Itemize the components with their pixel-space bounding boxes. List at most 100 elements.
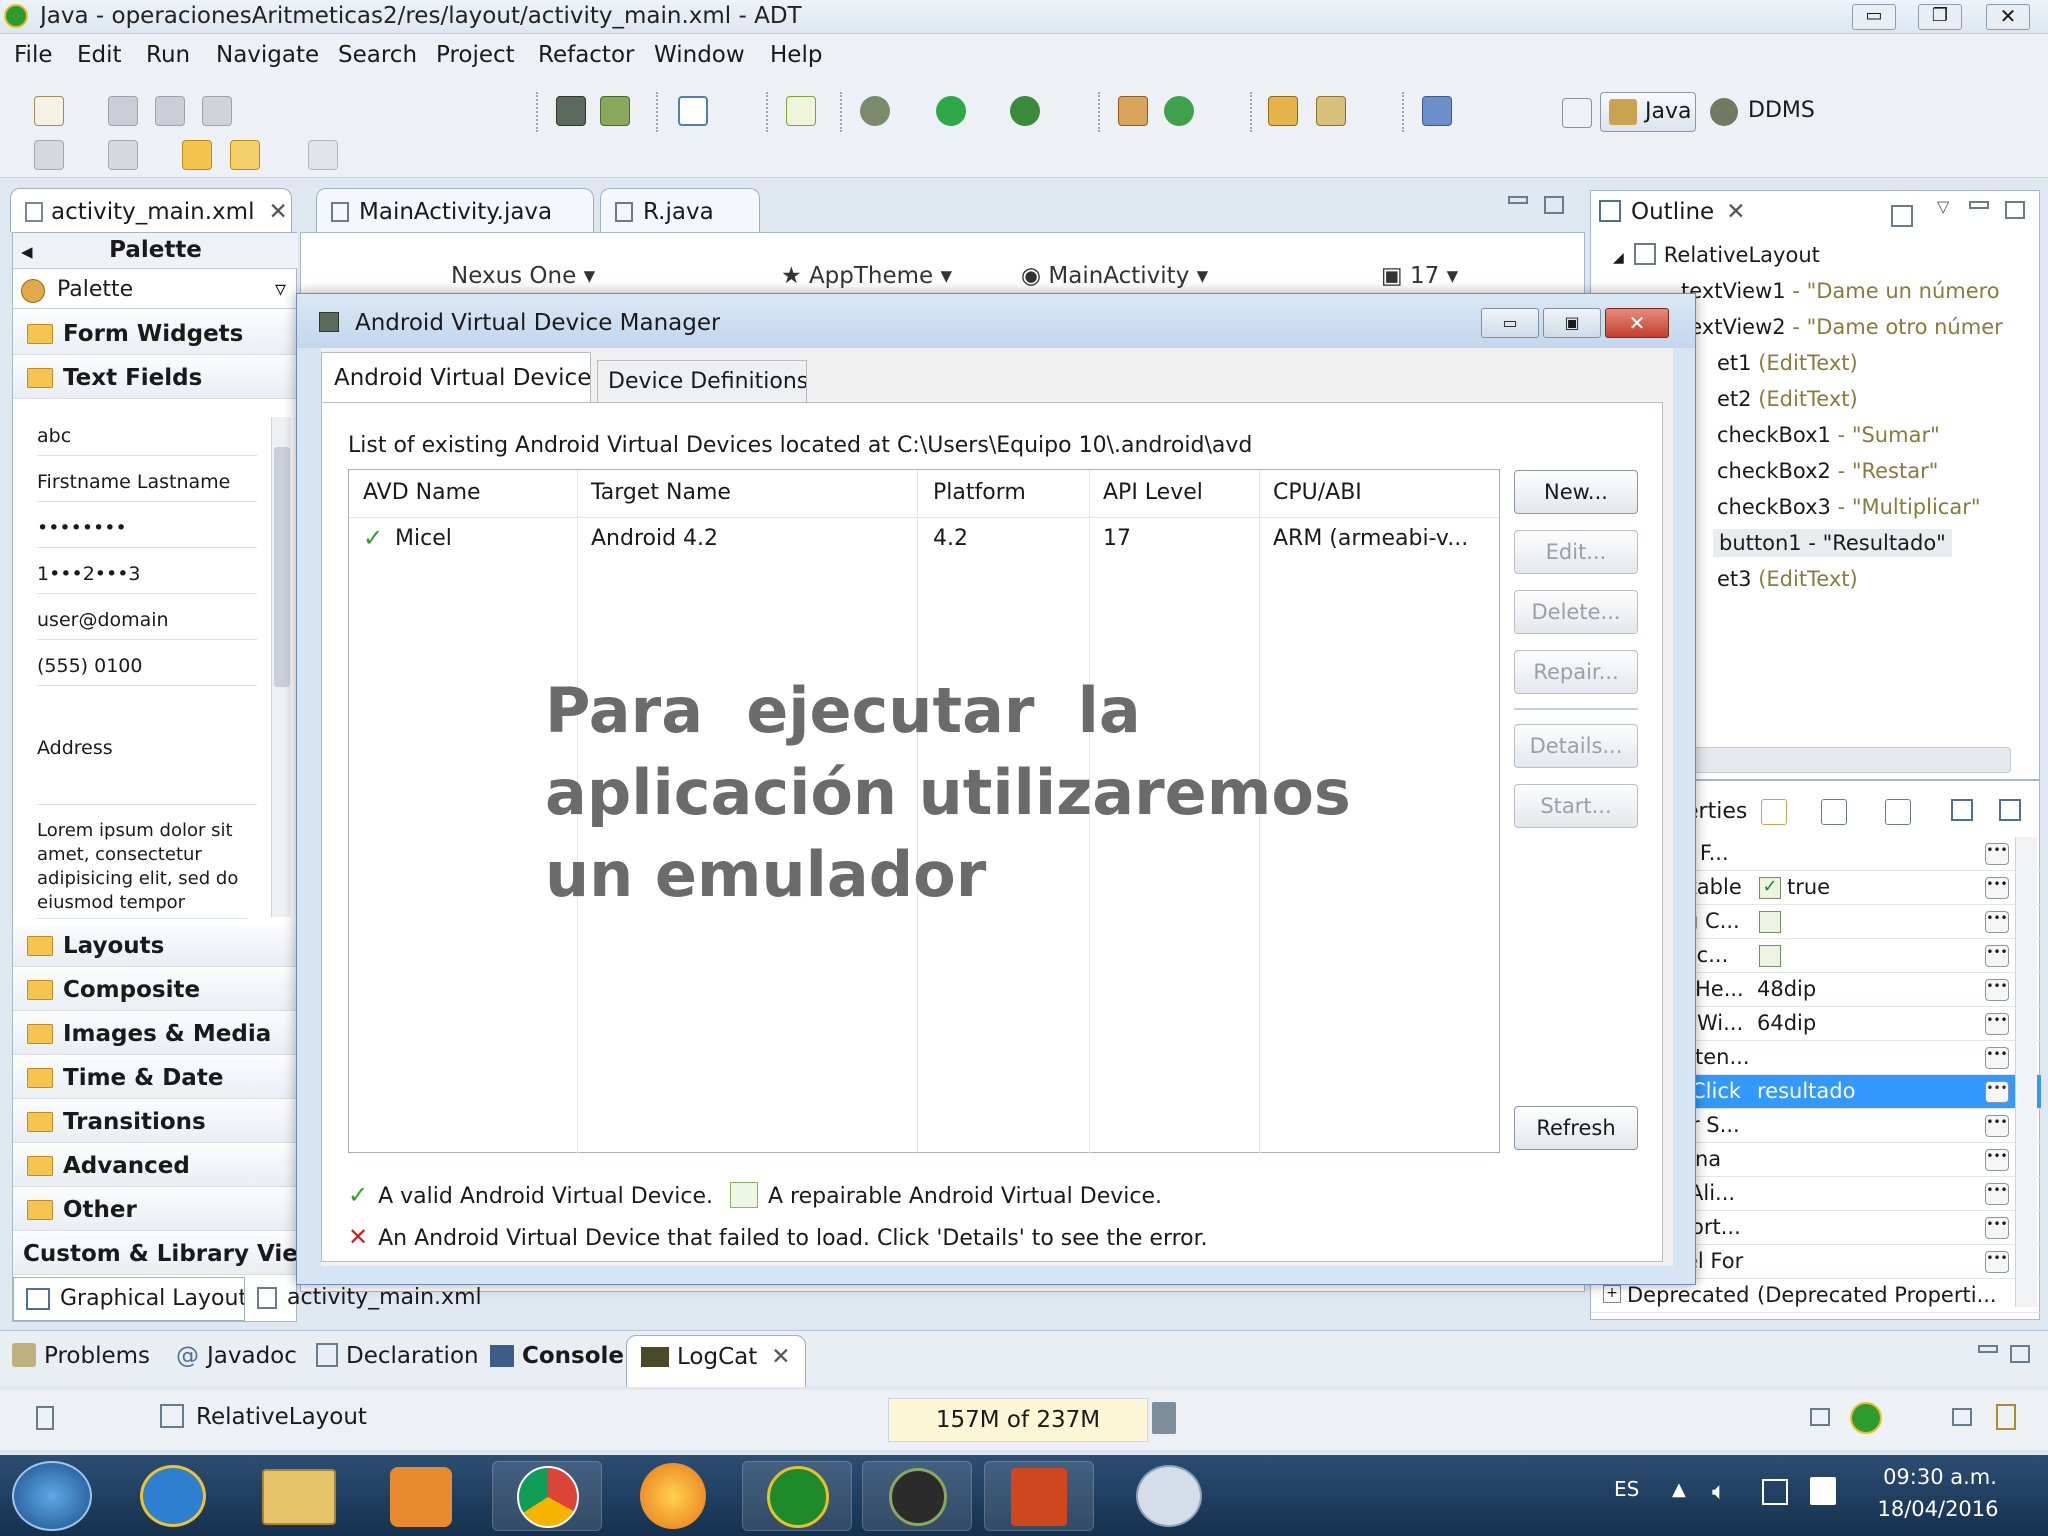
checkbox-icon[interactable] xyxy=(1759,911,1781,933)
menu-edit[interactable]: Edit xyxy=(77,42,122,68)
outline-item-et2[interactable]: et2 (EditText) xyxy=(1717,387,1858,411)
checkbox-checked-icon[interactable]: ✓ xyxy=(1759,877,1781,899)
menu-project[interactable]: Project xyxy=(436,42,515,68)
tab-activity-main-xml[interactable]: activity_main.xml ✕ xyxy=(10,188,292,232)
palette-item-multiline-text[interactable]: Lorem ipsum dolor sit amet, consectetur … xyxy=(37,819,247,919)
repair-avd-button[interactable]: Repair... xyxy=(1514,650,1638,694)
menu-run[interactable]: Run xyxy=(146,42,190,68)
panel-maximize-icon[interactable] xyxy=(2010,1345,2030,1363)
start-avd-button[interactable]: Start... xyxy=(1514,784,1638,828)
menu-refactor[interactable]: Refactor xyxy=(538,42,634,68)
menu-help[interactable]: Help xyxy=(770,42,822,68)
taskbar-chrome[interactable] xyxy=(492,1461,602,1531)
folder-composite[interactable]: Composite xyxy=(13,969,298,1011)
avd-manager-icon[interactable] xyxy=(600,96,630,126)
delete-avd-button[interactable]: Delete... xyxy=(1514,590,1638,634)
checkbox-icon[interactable] xyxy=(1759,945,1781,967)
palette-item-person-name[interactable]: Firstname Lastname xyxy=(37,471,257,502)
palette-item-number[interactable]: 1•••2•••3 xyxy=(37,563,257,594)
memory-icon[interactable] xyxy=(1996,1404,2016,1430)
advanced-properties-icon[interactable] xyxy=(1885,799,1911,825)
expand-plus-icon[interactable]: + xyxy=(1603,1285,1621,1303)
ellipsis-button[interactable]: ••• xyxy=(1985,1217,2009,1239)
java-perspective-button[interactable]: Java xyxy=(1600,92,1696,132)
sort-icon[interactable] xyxy=(1761,799,1787,825)
debug-icon[interactable] xyxy=(860,96,890,126)
menu-search[interactable]: Search xyxy=(338,42,417,68)
dialog-close-button[interactable]: ✕ xyxy=(1605,308,1669,338)
action-center-icon[interactable] xyxy=(1810,1477,1836,1505)
folder-transitions[interactable]: Transitions xyxy=(13,1101,298,1143)
restore-icon[interactable] xyxy=(1810,1408,1830,1426)
trash-icon[interactable] xyxy=(1152,1402,1176,1434)
ellipsis-button[interactable]: ••• xyxy=(1985,1081,2009,1103)
network-icon[interactable] xyxy=(1762,1479,1788,1505)
tab-console[interactable]: Console xyxy=(490,1343,624,1369)
new-android-xml-icon[interactable] xyxy=(786,96,816,126)
column-api-level[interactable]: API Level xyxy=(1103,480,1203,505)
folder-other[interactable]: Other xyxy=(13,1189,298,1231)
outline-hscrollbar[interactable] xyxy=(1681,747,2011,773)
taskbar-android[interactable] xyxy=(862,1461,972,1531)
column-cpu-abi[interactable]: CPU/ABI xyxy=(1273,480,1362,505)
outline-tab[interactable]: Outline ✕ xyxy=(1599,199,1746,225)
folder-images-media[interactable]: Images & Media xyxy=(13,1013,298,1055)
taskbar-powerpoint[interactable] xyxy=(984,1461,1094,1531)
ellipsis-button[interactable]: ••• xyxy=(1985,979,2009,1001)
ellipsis-button[interactable]: ••• xyxy=(1985,843,2009,865)
outline-item-button1[interactable]: button1 - "Resultado" xyxy=(1713,529,1952,557)
expand-arrow-icon[interactable]: ◢ xyxy=(1613,250,1624,266)
ellipsis-button[interactable]: ••• xyxy=(1985,1149,2009,1171)
nav-back-icon[interactable] xyxy=(34,140,64,170)
dialog-maximize-button[interactable]: ▣ xyxy=(1543,308,1601,338)
ellipsis-button[interactable]: ••• xyxy=(1985,1183,2009,1205)
tab-r-java[interactable]: R.java xyxy=(600,188,760,232)
menu-navigate[interactable]: Navigate xyxy=(216,42,319,68)
panel-minimize-icon[interactable] xyxy=(1978,1345,1998,1353)
outline-root-relativelayout[interactable]: ◢ RelativeLayout xyxy=(1613,243,1820,267)
palette-scrollbar[interactable] xyxy=(271,417,291,917)
new-java-class-icon[interactable] xyxy=(1164,96,1194,126)
start-button-icon[interactable] xyxy=(12,1461,92,1531)
new-icon[interactable] xyxy=(34,96,64,126)
outline-item-et1[interactable]: et1 (EditText) xyxy=(1717,351,1858,375)
nav-forward-icon[interactable] xyxy=(108,140,138,170)
language-indicator[interactable]: ES xyxy=(1614,1477,1639,1501)
folder-layouts[interactable]: Layouts xyxy=(13,925,298,967)
ellipsis-button[interactable]: ••• xyxy=(1985,1047,2009,1069)
menu-window[interactable]: Window xyxy=(654,42,745,68)
properties-scrollbar[interactable] xyxy=(2015,837,2037,1307)
ddms-perspective-button[interactable]: DDMS xyxy=(1710,92,1830,132)
collapse-all-icon[interactable] xyxy=(1999,799,2021,821)
dialog-minimize-button[interactable]: ▭ xyxy=(1481,308,1539,338)
palette-item-plain-text[interactable]: abc xyxy=(37,425,257,456)
last-edit-icon[interactable] xyxy=(182,140,212,170)
new-avd-button[interactable]: New... xyxy=(1514,470,1638,514)
adt-status-icon[interactable] xyxy=(1850,1402,1882,1434)
ellipsis-button[interactable]: ••• xyxy=(1985,877,2009,899)
outline-item-et3[interactable]: et3 (EditText) xyxy=(1717,567,1858,591)
tab-device-definitions[interactable]: Device Definitions xyxy=(597,360,807,402)
tab-declaration[interactable]: Declaration xyxy=(316,1343,479,1369)
pin-editor-icon[interactable] xyxy=(1422,96,1452,126)
volume-icon[interactable]: 🔈︎ xyxy=(1712,1477,1726,1505)
details-avd-button[interactable]: Details... xyxy=(1514,724,1638,768)
palette-dropdown[interactable]: Palette ▿ xyxy=(13,271,298,309)
tab-android-virtual-devices[interactable]: Android Virtual Devices xyxy=(321,352,591,402)
editor-maximize-icon[interactable] xyxy=(1544,196,1564,214)
ellipsis-button[interactable]: ••• xyxy=(1985,945,2009,967)
activity-selector[interactable]: ◉ MainActivity ▾ xyxy=(1021,263,1208,289)
scroll-thumb[interactable] xyxy=(274,447,290,687)
outline-item-checkbox1[interactable]: checkBox1 - "Sumar" xyxy=(1717,423,1940,447)
folder-advanced[interactable]: Advanced xyxy=(13,1145,298,1187)
close-tab-icon[interactable]: ✕ xyxy=(771,1344,790,1370)
ellipsis-button[interactable]: ••• xyxy=(1985,1115,2009,1137)
outline-item-checkbox2[interactable]: checkBox2 - "Restar" xyxy=(1717,459,1938,483)
save-all-icon[interactable] xyxy=(155,96,185,126)
palette-item-password[interactable]: •••••••• xyxy=(37,517,257,548)
chevron-down-icon[interactable]: ▿ xyxy=(275,277,286,302)
firefox-icon[interactable] xyxy=(640,1463,706,1529)
refresh-button[interactable]: Refresh xyxy=(1514,1106,1638,1150)
open-perspective-icon[interactable] xyxy=(1562,98,1592,128)
tab-mainactivity-java[interactable]: MainActivity.java xyxy=(316,188,594,232)
